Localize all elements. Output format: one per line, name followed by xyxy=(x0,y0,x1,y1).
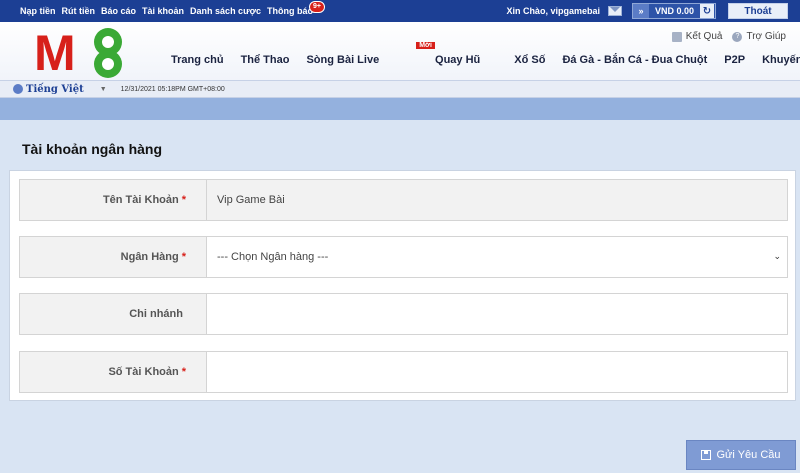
mail-icon[interactable] xyxy=(607,6,622,16)
top-nav-deposit[interactable]: Nạp tiền xyxy=(20,6,56,16)
nav-lottery[interactable]: Xổ Số xyxy=(514,54,545,66)
results-icon xyxy=(671,31,682,42)
nav-slots-label: Quay Hũ xyxy=(435,54,481,66)
wallet-balance: » VND 0.00 ↻ xyxy=(631,3,716,19)
form-row-branch: Chi nhánh xyxy=(19,293,788,335)
notifications-label: Thông báo xyxy=(267,6,313,16)
header-utility-links: Kết Quả ? Trợ Giúp xyxy=(662,31,786,42)
form-row-bank: Ngân Hàng * --- Chọn Ngân hàng --- ⌄ xyxy=(19,236,788,278)
account-name-label: Tên Tài Khoản * xyxy=(19,179,206,221)
bank-account-form: Tên Tài Khoản * Vip Game Bài Ngân Hàng *… xyxy=(9,170,796,401)
help-link[interactable]: ? Trợ Giúp xyxy=(732,31,786,42)
results-link[interactable]: Kết Quả xyxy=(671,31,723,42)
help-icon: ? xyxy=(732,31,743,42)
top-nav-notifications[interactable]: Thông báo 9+ xyxy=(267,1,325,16)
account-number-label-text: Số Tài Khoản xyxy=(108,366,179,378)
bank-select-value: --- Chọn Ngân hàng --- xyxy=(217,251,329,263)
refresh-icon[interactable]: ↻ xyxy=(700,4,714,18)
required-marker: * xyxy=(181,251,186,263)
account-name-label-text: Tên Tài Khoản xyxy=(102,194,179,206)
nav-p2p[interactable]: P2P xyxy=(724,54,745,66)
nav-home[interactable]: Trang chủ xyxy=(171,54,224,66)
account-name-field: Vip Game Bài xyxy=(206,179,788,221)
logout-button[interactable]: Thoát xyxy=(728,3,788,19)
nav-promotions[interactable]: Khuyến mại xyxy=(762,54,800,66)
branch-label-text: Chi nhánh xyxy=(129,308,183,320)
language-selector[interactable]: Tiếng Việt xyxy=(26,84,84,95)
balance-amount: VND 0.00 xyxy=(654,6,694,16)
nav-slots[interactable]: Mới Quay Hũ xyxy=(396,42,497,66)
submit-label: Gửi Yêu Cầu xyxy=(716,449,781,461)
account-number-label: Số Tài Khoản * xyxy=(19,351,206,393)
chevron-down-icon: ⌄ xyxy=(773,251,781,261)
caret-down-icon[interactable]: ▼ xyxy=(100,86,107,93)
branch-label: Chi nhánh xyxy=(19,293,206,335)
server-datetime: 12/31/2021 05:18PM GMT+08:00 xyxy=(120,85,225,93)
double-chevron-icon[interactable]: » xyxy=(632,4,649,18)
nav-sports[interactable]: Thể Thao xyxy=(241,54,290,66)
bank-select[interactable]: --- Chọn Ngân hàng --- ⌄ xyxy=(206,236,788,278)
results-label: Kết Quả xyxy=(685,31,723,42)
required-marker: * xyxy=(181,366,186,378)
new-badge: Mới xyxy=(416,42,435,49)
nav-live-casino[interactable]: Sòng Bài Live xyxy=(306,54,379,66)
bank-label-text: Ngân Hàng xyxy=(120,251,179,263)
form-row-account-number: Số Tài Khoản * xyxy=(19,351,788,393)
site-header: M Kết Quả ? Trợ Giúp Trang chủ Thể Thao … xyxy=(0,22,800,80)
submit-request-button[interactable]: Gửi Yêu Cầu xyxy=(686,440,796,470)
branch-input[interactable] xyxy=(206,293,788,335)
required-marker: * xyxy=(181,194,186,206)
help-label: Trợ Giúp xyxy=(746,31,786,42)
svg-text:M: M xyxy=(34,25,76,78)
account-number-input[interactable] xyxy=(206,351,788,393)
top-nav-withdraw[interactable]: Rút tiền xyxy=(62,6,96,16)
m8-logo[interactable]: M xyxy=(34,24,128,78)
nav-cockfight-fishing-racing[interactable]: Đá Gà - Bắn Cá - Đua Chuột xyxy=(562,54,707,66)
main-nav: Trang chủ Thể Thao Sòng Bài Live Mới Qua… xyxy=(171,42,800,66)
top-nav-report[interactable]: Báo cáo xyxy=(101,6,136,16)
top-nav-bet-list[interactable]: Danh sách cược xyxy=(190,6,261,16)
top-nav: Nạp tiền Rút tiền Báo cáo Tài khoản Danh… xyxy=(20,0,325,22)
notification-count-badge: 9+ xyxy=(309,1,325,13)
sub-bar: Tiếng Việt ▼ 12/31/2021 05:18PM GMT+08:0… xyxy=(0,80,800,98)
bank-label: Ngân Hàng * xyxy=(19,236,206,278)
save-icon xyxy=(701,450,712,460)
globe-icon xyxy=(13,84,23,94)
page-title: Tài khoản ngân hàng xyxy=(22,141,163,157)
top-nav-account[interactable]: Tài khoản xyxy=(142,6,184,16)
header-divider-strip xyxy=(0,98,800,120)
top-bar: Nạp tiền Rút tiền Báo cáo Tài khoản Danh… xyxy=(0,0,800,22)
main-content: Tài khoản ngân hàng Tên Tài Khoản * Vip … xyxy=(0,120,800,473)
top-right-controls: Xin Chào, vipgamebai » VND 0.00 ↻ Thoát xyxy=(506,0,788,22)
form-row-account-name: Tên Tài Khoản * Vip Game Bài xyxy=(19,179,788,221)
greeting-text: Xin Chào, vipgamebai xyxy=(506,6,600,16)
